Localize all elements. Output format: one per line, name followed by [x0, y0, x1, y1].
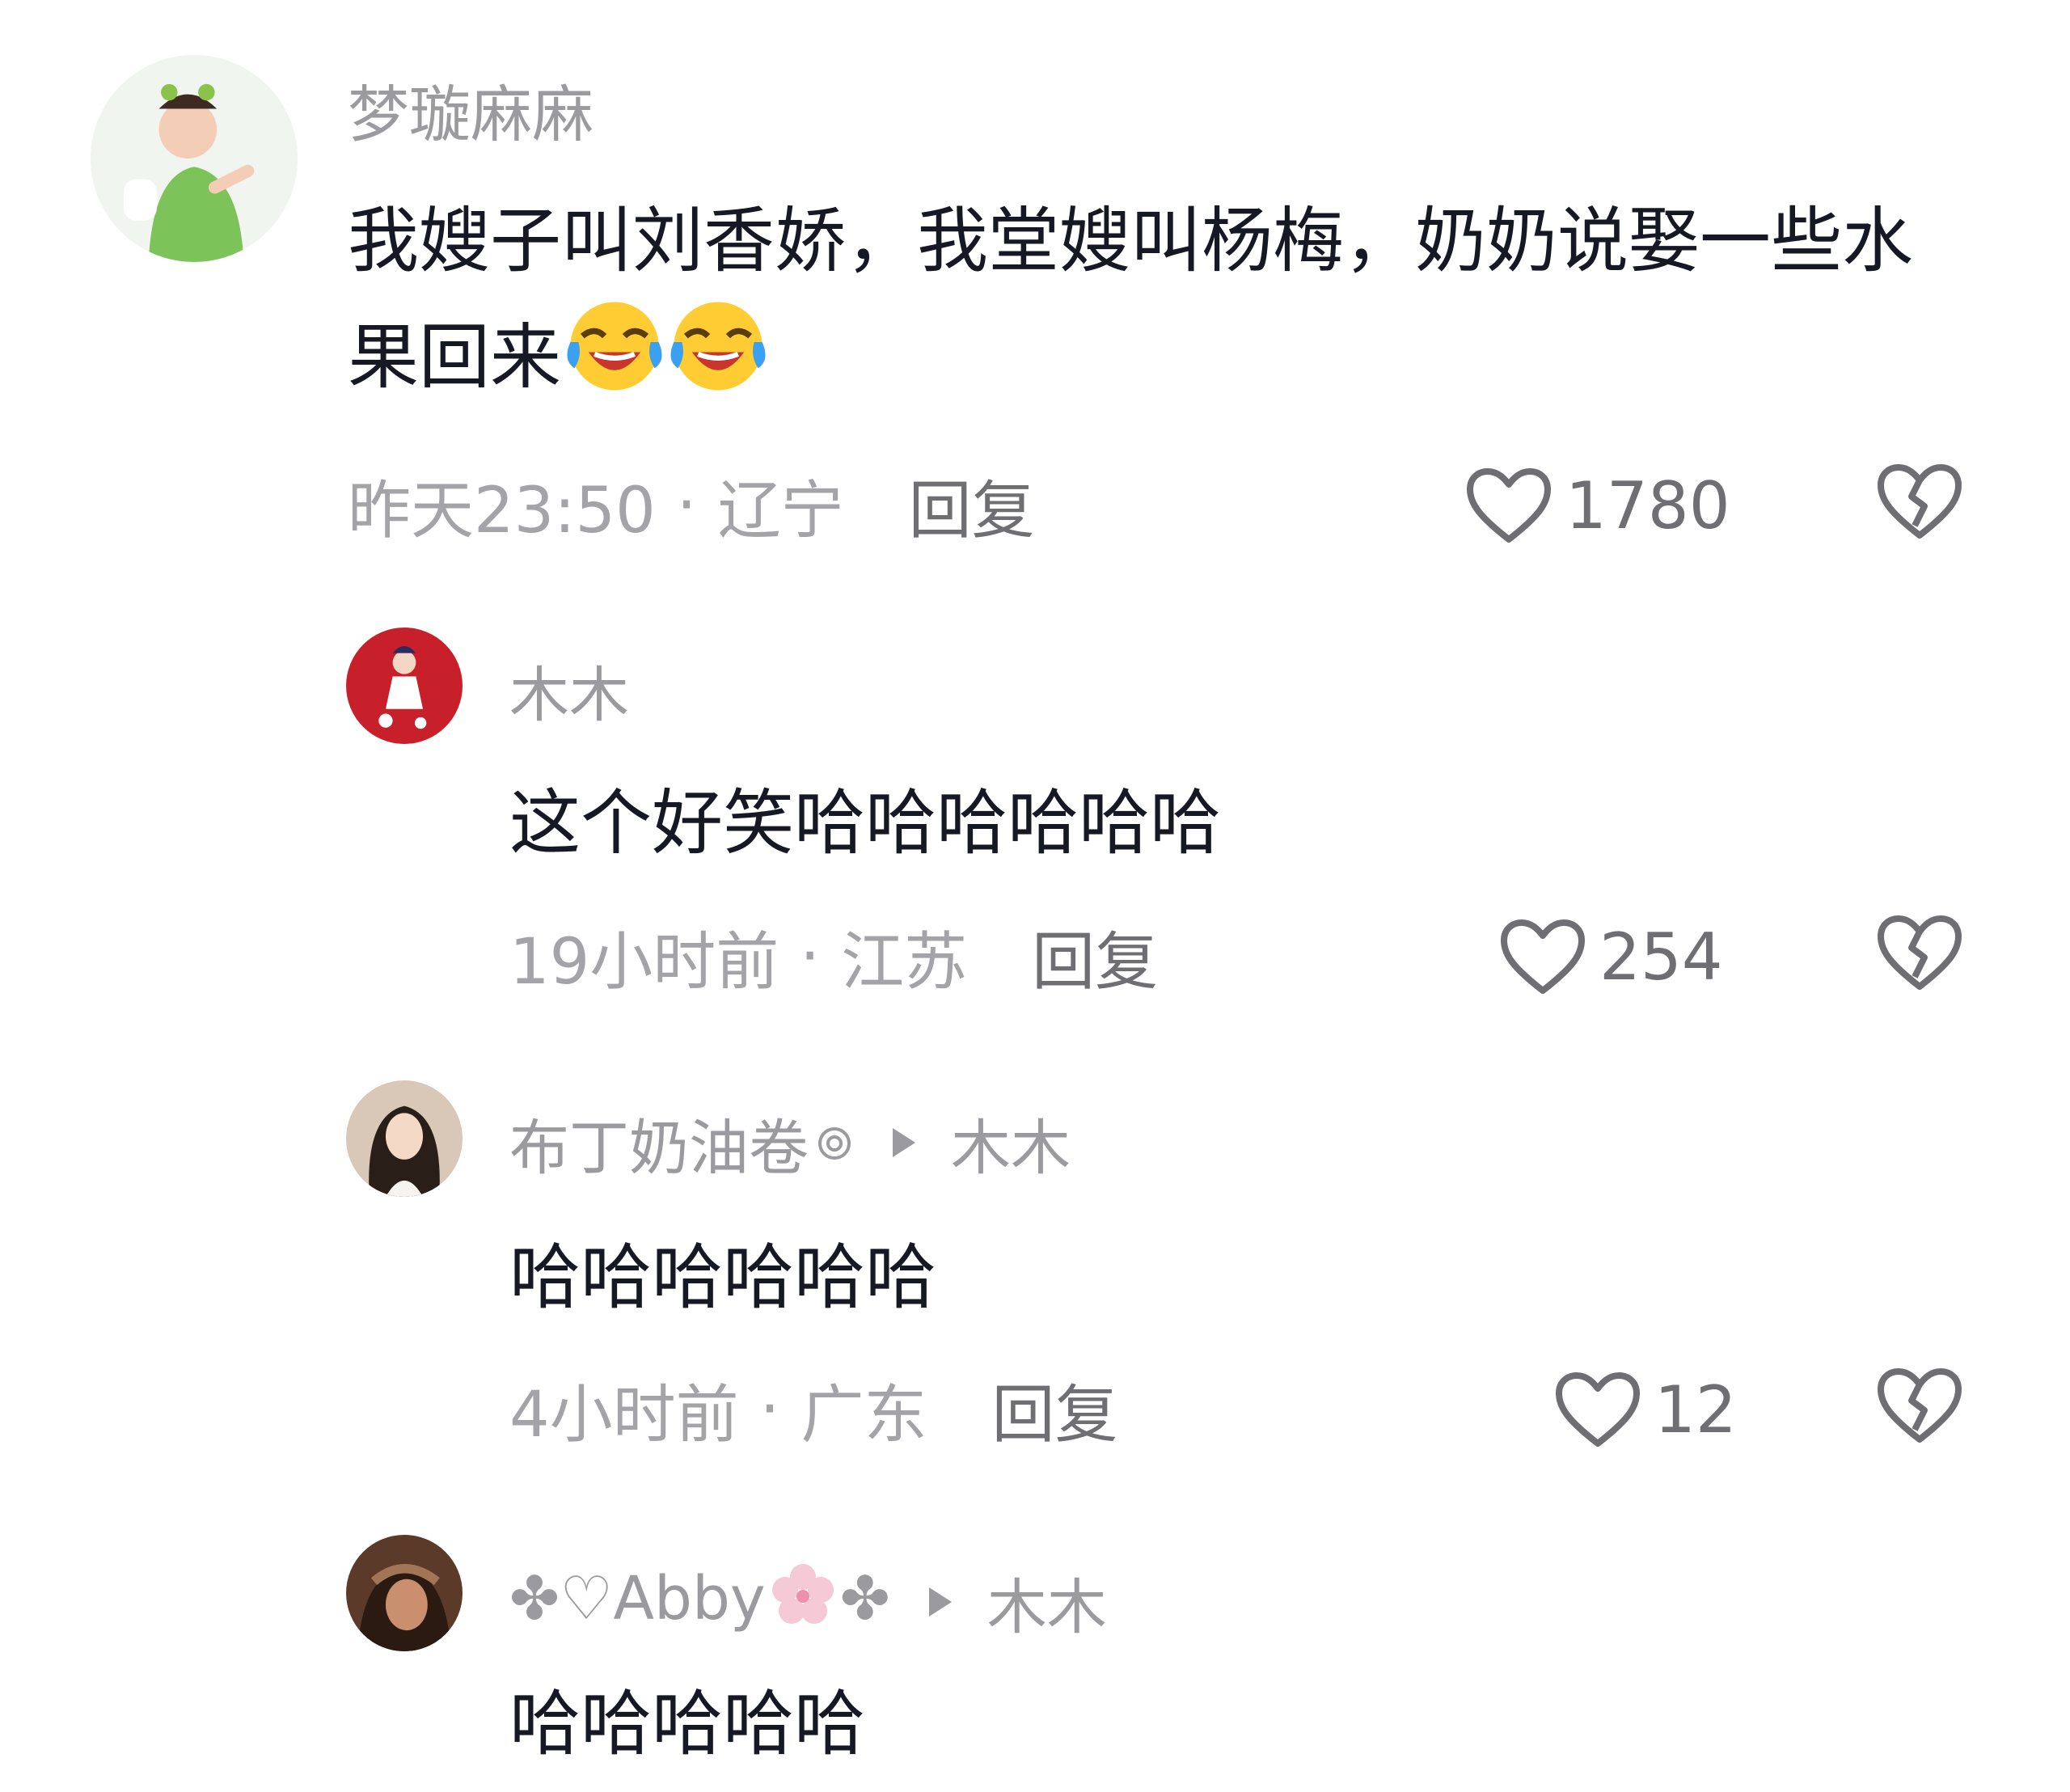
broken-heart-icon[interactable] [1874, 1365, 1965, 1446]
comment-meta: 19小时前 · 江苏 回复 [509, 920, 1158, 999]
comment-text: 我嫂子叫刘香娇，我堂嫂叫杨梅，奶奶说娶一些水果回来 [348, 186, 1933, 428]
comment-meta: 昨天23:50 · 辽宁 回复 [348, 469, 1035, 547]
broken-heart-icon[interactable] [1874, 912, 1965, 993]
like-count: 254 [1599, 919, 1723, 995]
comment-author[interactable]: 梦璇麻麻 [348, 65, 594, 154]
comment-time: 4小时前 [509, 1379, 739, 1452]
heart-outline-icon [1552, 1369, 1643, 1450]
meta-separator: · [759, 1373, 780, 1446]
comment-text: 哈哈哈哈哈 [509, 1669, 1884, 1779]
comment-text: 这个好笑哈哈哈哈哈哈 [509, 768, 1884, 878]
reply-target[interactable]: 木木 [951, 1100, 1071, 1186]
cherry-blossom-icon [771, 1562, 835, 1642]
comment-time: 19小时前 [509, 926, 779, 999]
author-suffix: ✤ [839, 1564, 890, 1634]
like-button[interactable]: 254 [1498, 912, 1723, 1001]
avatar[interactable] [346, 1535, 463, 1651]
comment-author[interactable]: 布丁奶油卷 [509, 1100, 809, 1186]
comment-meta: 4小时前 · 广东 回复 [509, 1373, 1117, 1452]
meta-separator: · [800, 920, 821, 993]
triangle-right-icon [893, 1128, 915, 1157]
triangle-right-icon [928, 1587, 952, 1617]
comment-text-body: 哈哈哈哈哈 [509, 1682, 866, 1765]
badge-icon [815, 1108, 854, 1177]
like-count: 1780 [1565, 467, 1730, 543]
comment-location: 江苏 [841, 926, 968, 999]
comment-author-row: ✤♡Abby ✤ 木木 [509, 1564, 1107, 1642]
reply-button[interactable]: 回复 [991, 1364, 1117, 1455]
like-button[interactable]: 12 [1552, 1365, 1737, 1454]
comment-author[interactable]: 木木 [509, 647, 629, 733]
comment-author[interactable]: ✤♡Abby ✤ [509, 1562, 890, 1642]
author-prefix: ✤♡Abby [509, 1564, 766, 1634]
avatar[interactable] [346, 1080, 463, 1197]
reply-button[interactable]: 回复 [909, 460, 1035, 551]
comment-time: 昨天23:50 [348, 475, 656, 547]
heart-outline-icon [1498, 916, 1588, 997]
comment-author-row: 布丁奶油卷 木木 [509, 1106, 1071, 1183]
comment-text-body: 哈哈哈哈哈哈 [509, 1236, 937, 1319]
comment-location: 广东 [801, 1379, 927, 1452]
like-button[interactable]: 1780 [1464, 461, 1730, 550]
comment-text-body: 这个好笑哈哈哈哈哈哈 [509, 781, 1222, 864]
avatar[interactable] [91, 55, 298, 262]
reply-button[interactable]: 回复 [1032, 911, 1158, 1002]
crying-laughing-emoji-icon [668, 296, 768, 427]
avatar[interactable] [346, 628, 463, 744]
comment-location: 辽宁 [717, 475, 844, 547]
crying-laughing-emoji-icon [564, 296, 665, 427]
reply-target[interactable]: 木木 [987, 1559, 1107, 1646]
heart-outline-icon [1464, 465, 1554, 546]
comment-text: 哈哈哈哈哈哈 [509, 1223, 1884, 1333]
comment-author-row: 梦璇麻麻 [348, 73, 594, 150]
meta-separator: · [676, 469, 697, 542]
comment-author-row: 木木 [509, 653, 629, 730]
broken-heart-icon[interactable] [1874, 461, 1965, 542]
like-count: 12 [1654, 1371, 1737, 1448]
